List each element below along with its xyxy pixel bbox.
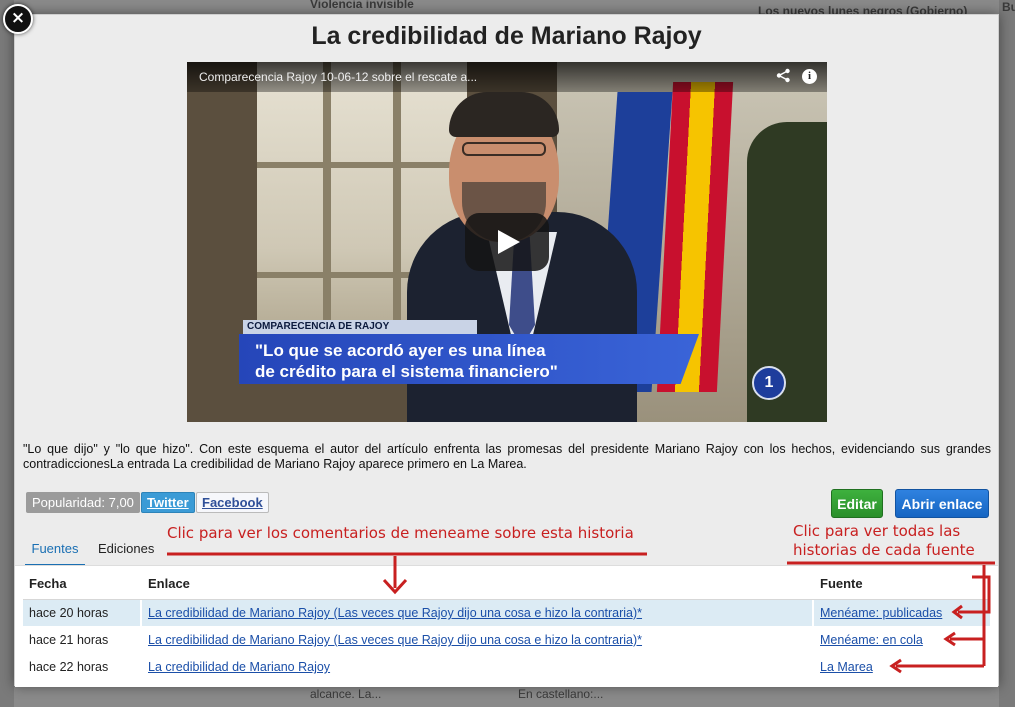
twitter-button[interactable]: Twitter bbox=[141, 492, 195, 513]
row-source-link[interactable]: La Marea bbox=[820, 660, 873, 674]
background-right-column bbox=[999, 0, 1015, 707]
lower-third-quote-line: "Lo que se acordó ayer es una línea bbox=[255, 341, 546, 360]
tab-fuentes[interactable]: Fuentes bbox=[25, 540, 85, 567]
info-icon[interactable]: i bbox=[802, 69, 817, 84]
lower-third-quote: "Lo que se acordó ayer es una línea de c… bbox=[239, 334, 699, 384]
sources-hint-annotation-line: historias de cada fuente bbox=[793, 541, 975, 559]
video-top-bar: Comparecencia Rajoy 10-06-12 sobre el re… bbox=[187, 62, 827, 92]
sources-hint-annotation-line: Clic para ver todas las bbox=[793, 522, 961, 540]
row-link[interactable]: La credibilidad de Mariano Rajoy bbox=[148, 660, 330, 674]
row-date: hace 20 horas bbox=[29, 606, 109, 620]
table-row: hace 21 horas La credibilidad de Mariano… bbox=[23, 627, 990, 653]
background-snippet: En castellano:... bbox=[518, 687, 604, 701]
lower-third-label: COMPARECENCIA DE RAJOY bbox=[243, 320, 477, 334]
column-header-link: Enlace bbox=[148, 576, 190, 591]
row-link[interactable]: La credibilidad de Mariano Rajoy (Las ve… bbox=[148, 633, 642, 647]
column-header-date: Fecha bbox=[29, 576, 67, 591]
share-icon[interactable] bbox=[776, 68, 791, 87]
tab-ediciones[interactable]: Ediciones bbox=[98, 540, 154, 564]
background-snippet: alcance. La... bbox=[310, 687, 382, 701]
edit-button[interactable]: Editar bbox=[831, 489, 883, 518]
story-modal: La credibilidad de Mariano Rajoy Compare… bbox=[14, 14, 999, 687]
background-left-column bbox=[0, 0, 14, 707]
story-description: "Lo que dijo" y "lo que hizo". Con este … bbox=[23, 442, 991, 471]
row-source-link[interactable]: Menéame: publicadas bbox=[820, 606, 942, 620]
background-headline: Bu bbox=[1002, 0, 1015, 14]
story-title: La credibilidad de Mariano Rajoy bbox=[311, 22, 702, 50]
table-row: hace 22 horas La credibilidad de Mariano… bbox=[23, 654, 990, 680]
table-row: hace 20 horas La credibilidad de Mariano… bbox=[23, 600, 990, 626]
row-link[interactable]: La credibilidad de Mariano Rajoy (Las ve… bbox=[148, 606, 642, 620]
row-date: hace 22 horas bbox=[29, 660, 109, 674]
comments-hint-annotation: Clic para ver los comentarios de meneame… bbox=[167, 524, 634, 542]
channel-logo: 1 bbox=[752, 366, 786, 400]
facebook-button[interactable]: Facebook bbox=[196, 492, 269, 513]
lower-third-quote-line: de crédito para el sistema financiero" bbox=[255, 362, 558, 381]
row-date: hace 21 horas bbox=[29, 633, 109, 647]
background-headline: Violencia invisible bbox=[310, 0, 414, 11]
column-header-source: Fuente bbox=[820, 576, 863, 591]
play-button[interactable] bbox=[465, 213, 549, 271]
open-link-button[interactable]: Abrir enlace bbox=[895, 489, 989, 518]
video-title[interactable]: Comparecencia Rajoy 10-06-12 sobre el re… bbox=[199, 70, 477, 84]
popularity-badge: Popularidad: 7,00 bbox=[26, 492, 140, 513]
video-player[interactable]: Comparecencia Rajoy 10-06-12 sobre el re… bbox=[187, 62, 827, 422]
close-button[interactable]: × bbox=[3, 4, 33, 34]
row-source-link[interactable]: Menéame: en cola bbox=[820, 633, 923, 647]
sources-table: Fecha Enlace Fuente hace 20 horas La cre… bbox=[15, 565, 998, 687]
